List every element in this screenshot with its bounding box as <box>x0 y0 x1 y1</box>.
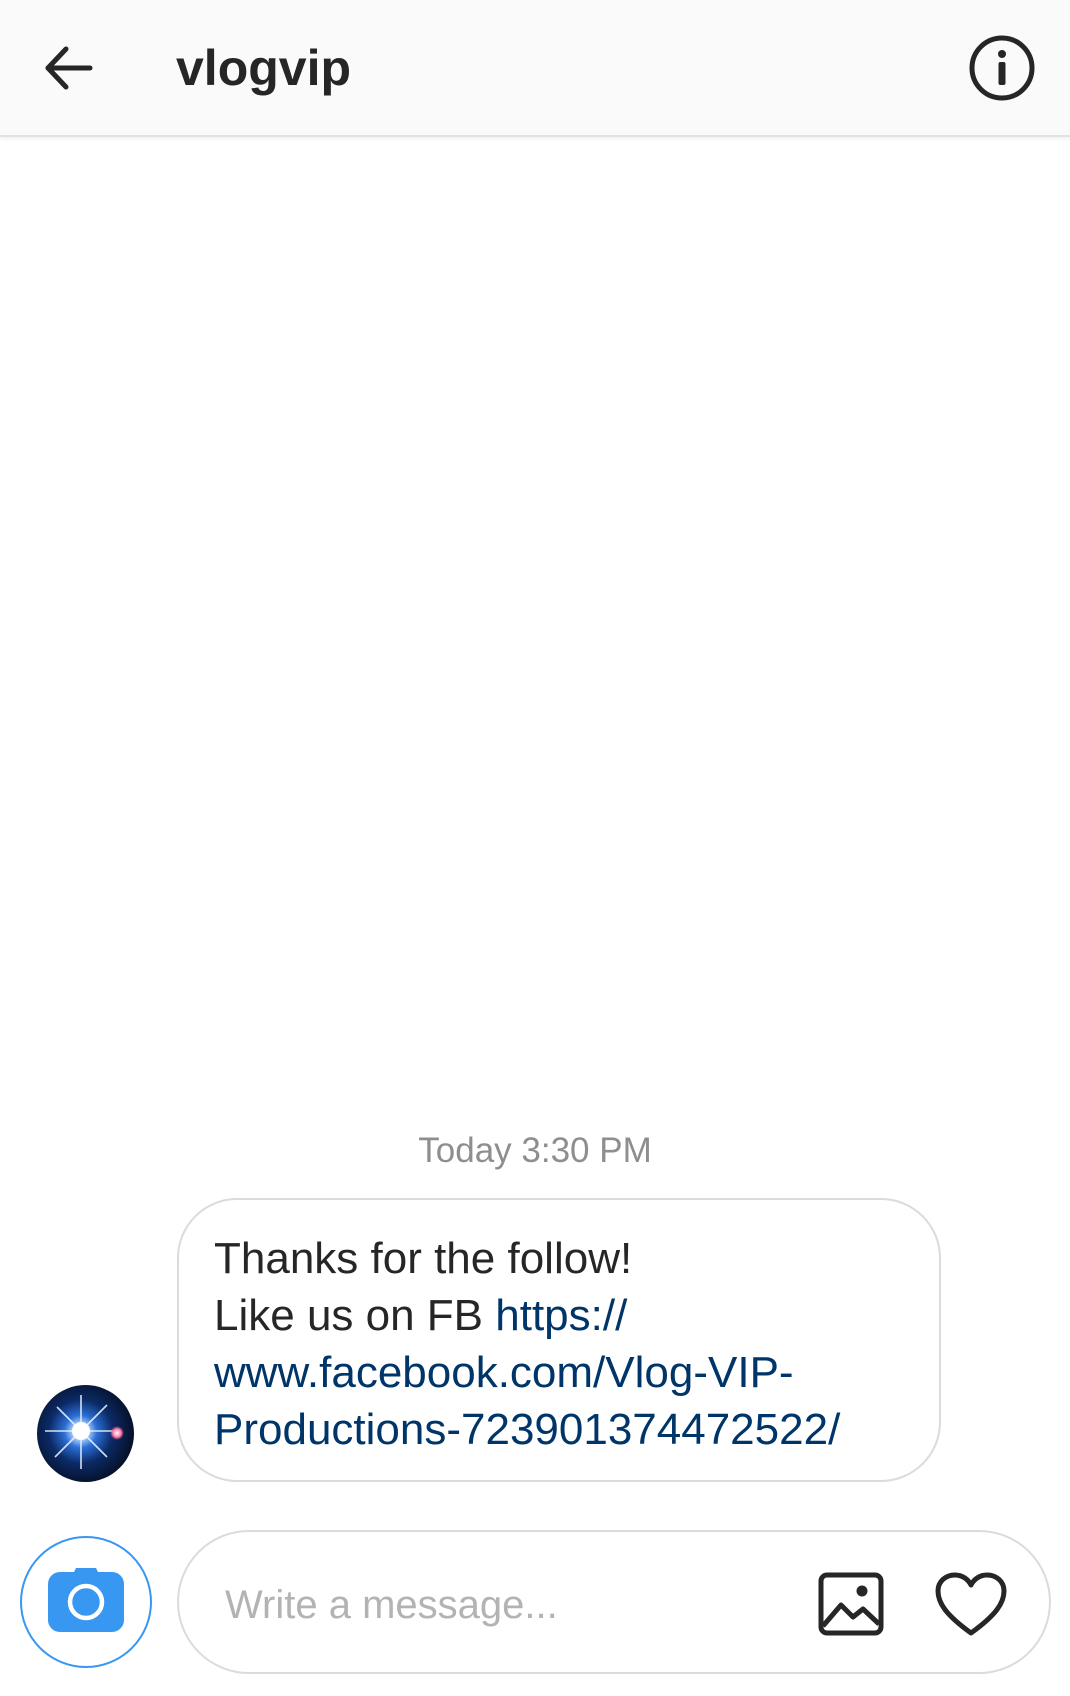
message-text-line: Thanks for the follow! <box>214 1234 633 1283</box>
starburst-avatar-icon <box>37 1385 134 1482</box>
message-bubble[interactable]: Thanks for the follow! Like us on FB htt… <box>177 1198 941 1482</box>
message-input[interactable] <box>223 1572 787 1638</box>
info-circle-icon <box>969 35 1035 101</box>
conversation-header: vlogvip <box>0 0 1070 137</box>
like-button[interactable] <box>929 1562 1013 1646</box>
message-link[interactable]: Productions-723901374472522/ <box>214 1401 905 1458</box>
message-timestamp: Today 3:30 PM <box>418 1131 652 1170</box>
heart-icon <box>935 1572 1007 1636</box>
message-text: Like us on FB <box>214 1291 496 1340</box>
image-icon <box>818 1572 884 1636</box>
message-composer <box>177 1530 1051 1674</box>
back-button[interactable] <box>28 28 108 108</box>
info-button[interactable] <box>962 28 1042 108</box>
arrow-left-icon <box>45 46 93 90</box>
conversation-title[interactable]: vlogvip <box>176 36 351 100</box>
gallery-button[interactable] <box>809 1562 893 1646</box>
message-text-line: Like us on FB https:// <box>214 1287 905 1344</box>
message-link[interactable]: www.facebook.com/Vlog-VIP- <box>214 1344 905 1401</box>
message-link[interactable]: https:// <box>495 1291 627 1340</box>
camera-button[interactable] <box>20 1536 152 1668</box>
avatar[interactable] <box>37 1385 134 1482</box>
camera-icon <box>48 1568 124 1632</box>
